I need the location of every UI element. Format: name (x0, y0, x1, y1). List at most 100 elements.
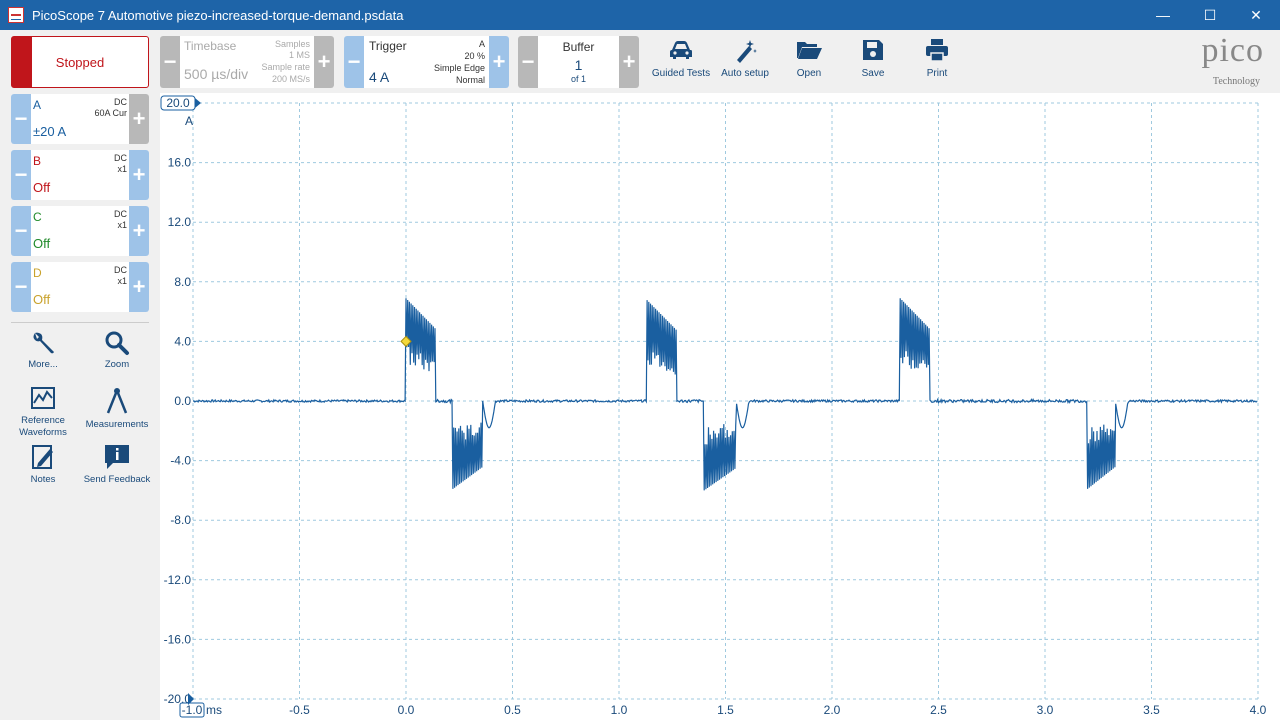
print-button[interactable]: Print (905, 36, 969, 88)
buffer-next-button[interactable]: + (619, 36, 639, 88)
app-icon (8, 7, 24, 23)
y-tick-label: 12.0 (168, 215, 192, 229)
x-tick-label: 4.0 (1250, 703, 1267, 717)
channel-c-name: C (33, 210, 42, 224)
trigger-decrease-button[interactable]: − (344, 36, 364, 88)
timebase-decrease-button[interactable]: − (160, 36, 180, 88)
zoom-button[interactable]: Zoom (81, 330, 153, 371)
pico-subtitle: Technology (1212, 76, 1260, 87)
x-unit-label: ms (206, 703, 222, 717)
buffer-previous-button[interactable]: − (518, 36, 538, 88)
timebase-control: − Timebase 500 µs/div Samples 1 MS Sampl… (160, 36, 334, 88)
channel-c-range[interactable]: Off (33, 236, 50, 251)
auto-setup-button[interactable]: Auto setup (713, 36, 777, 88)
more-tools-button[interactable]: More... (7, 330, 79, 371)
channel-b-panel[interactable]: − B DC x1 Off + (11, 150, 149, 200)
wrench-icon (33, 332, 54, 354)
channel-b-probe: x1 (117, 164, 127, 174)
channel-d-coupling: DC x1 (114, 265, 127, 287)
channel-c-panel[interactable]: − C DC x1 Off + (11, 206, 149, 256)
maximize-button[interactable]: ☐ (1187, 0, 1233, 30)
channel-c-coupling: DC x1 (114, 209, 127, 231)
channel-a-name: A (33, 98, 42, 112)
reference-waveform-icon (31, 387, 55, 409)
y-tick-label: -4.0 (170, 454, 191, 468)
car-icon (670, 41, 692, 59)
channel-a-coupling-value: DC (114, 97, 127, 107)
scope-view[interactable]: 16.0 12.0 8.0 4.0 0.0 -4.0 -8.0 -12.0 -16.0 -20.0… (160, 93, 1280, 720)
channel-d-panel[interactable]: − D DC x1 Off + (11, 262, 149, 312)
channel-b-decrease-button[interactable]: − (11, 150, 31, 200)
x-tick-label: 2.0 (824, 703, 841, 717)
channel-a-decrease-button[interactable]: − (11, 94, 31, 144)
timebase-increase-button[interactable]: + (314, 36, 334, 88)
channel-b-increase-button[interactable]: + (129, 150, 149, 200)
channel-d-coupling-value: DC (114, 265, 127, 275)
reference-waveforms-button[interactable]: Reference Waveforms (7, 386, 79, 439)
trigger-control: − Trigger 4 A A 20 % Simple Edge Normal … (344, 36, 509, 88)
auto-setup-label: Auto setup (721, 68, 769, 79)
buffer-index[interactable]: 1 (538, 57, 619, 73)
trigger-increase-button[interactable]: + (489, 36, 509, 88)
sample-rate-label: Sample rate (261, 62, 310, 72)
channel-c-coupling-value: DC (114, 209, 127, 219)
channel-a-increase-button[interactable]: + (129, 94, 149, 144)
save-button[interactable]: Save (841, 36, 905, 88)
open-button[interactable]: Open (777, 36, 841, 88)
y-tick-label: 4.0 (174, 334, 191, 348)
timebase-value[interactable]: 500 µs/div (184, 66, 248, 82)
more-label: More... (28, 359, 58, 370)
channel-d-range[interactable]: Off (33, 292, 50, 307)
channel-b-range[interactable]: Off (33, 180, 50, 195)
y-tick-label: -12.0 (164, 573, 192, 587)
y-max-label: 20.0 (166, 96, 190, 110)
trigger-channel: A (478, 39, 485, 49)
trigger-label: Trigger (369, 39, 407, 53)
pico-wordmark: pico (1201, 32, 1264, 69)
notes-button[interactable]: Notes (7, 443, 79, 486)
channel-a-coupling: DC 60A Cur (94, 97, 127, 119)
trigger-percent: 20 % (464, 51, 485, 61)
channel-d-decrease-button[interactable]: − (11, 262, 31, 312)
channel-a-panel[interactable]: − A DC 60A Cur ±20 A + (11, 94, 149, 144)
channel-d-name: D (33, 266, 42, 280)
y-tick-label: -8.0 (170, 513, 191, 527)
run-stop-button[interactable]: Stopped (11, 36, 149, 88)
zoom-label: Zoom (104, 359, 130, 370)
close-button[interactable]: ✕ (1233, 0, 1279, 30)
x-tick-label: 1.0 (611, 703, 628, 717)
waveform-chart[interactable]: 16.012.08.04.00.0-4.0-8.0-12.0-16.0-20.0… (160, 93, 1280, 720)
channel-c-decrease-button[interactable]: − (11, 206, 31, 256)
reference-label-line2: Waveforms (19, 427, 67, 438)
trigger-level[interactable]: 4 A (369, 69, 389, 85)
channel-a-range[interactable]: ±20 A (33, 124, 66, 139)
y-scale-arrow-icon (195, 98, 201, 108)
sidebar-divider (11, 322, 149, 323)
channel-c-increase-button[interactable]: + (129, 206, 149, 256)
minimize-button[interactable]: — (1140, 0, 1186, 30)
measurements-label: Measurements (85, 419, 149, 430)
x-tick-label: 3.0 (1037, 703, 1054, 717)
channel-d-increase-button[interactable]: + (129, 262, 149, 312)
save-disk-icon (863, 40, 883, 60)
send-feedback-button[interactable]: Send Feedback (81, 443, 153, 486)
y-unit-label: A (185, 114, 193, 128)
y-tick-label: 0.0 (174, 394, 191, 408)
samples-value[interactable]: 1 MS (289, 50, 310, 60)
window-title: PicoScope 7 Automotive piezo-increased-t… (32, 7, 404, 23)
magic-wand-icon (737, 40, 757, 63)
title-bar: PicoScope 7 Automotive piezo-increased-t… (0, 0, 1280, 30)
print-label: Print (926, 68, 948, 79)
measurements-button[interactable]: Measurements (81, 386, 153, 431)
guided-tests-button[interactable]: Guided Tests (649, 36, 713, 88)
sample-rate-value[interactable]: 200 MS/s (272, 74, 310, 84)
channel-c-probe: x1 (117, 220, 127, 230)
trigger-mode: Normal (455, 75, 485, 85)
open-label: Open (796, 68, 822, 79)
save-label: Save (861, 68, 885, 79)
trigger-type: Simple Edge (433, 63, 485, 73)
x-tick-label: 2.5 (930, 703, 947, 717)
folder-open-icon (797, 42, 822, 59)
y-tick-label: -16.0 (164, 632, 192, 646)
x-tick-label: 3.5 (1143, 703, 1160, 717)
